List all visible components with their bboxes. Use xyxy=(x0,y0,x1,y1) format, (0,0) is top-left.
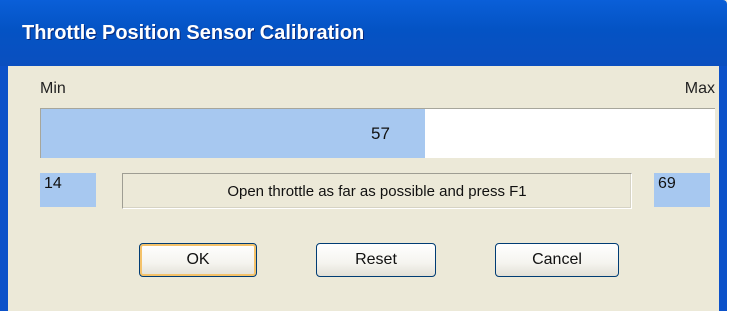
cancel-button[interactable]: Cancel xyxy=(495,243,619,277)
min-label: Min xyxy=(40,80,66,97)
max-value-box: 69 xyxy=(654,173,710,207)
current-position-value: 57 xyxy=(371,124,390,143)
calibration-dialog: Throttle Position Sensor Calibration Min… xyxy=(0,0,739,311)
throttle-position-bar: 57 xyxy=(40,108,715,158)
reset-button[interactable]: Reset xyxy=(316,243,436,277)
max-label: Max xyxy=(684,80,715,97)
title-bar[interactable]: Throttle Position Sensor Calibration xyxy=(0,0,727,66)
instruction-text: Open throttle as far as possible and pre… xyxy=(122,173,632,209)
min-value-box: 14 xyxy=(40,173,96,207)
ok-button[interactable]: OK xyxy=(139,243,257,277)
window-frame-right xyxy=(719,66,727,311)
window-title: Throttle Position Sensor Calibration xyxy=(22,22,365,44)
desktop-background xyxy=(727,0,739,311)
dialog-client-area: Min Max 57 14 Open throttle as far as po… xyxy=(8,66,719,311)
window-frame-left xyxy=(0,66,8,311)
